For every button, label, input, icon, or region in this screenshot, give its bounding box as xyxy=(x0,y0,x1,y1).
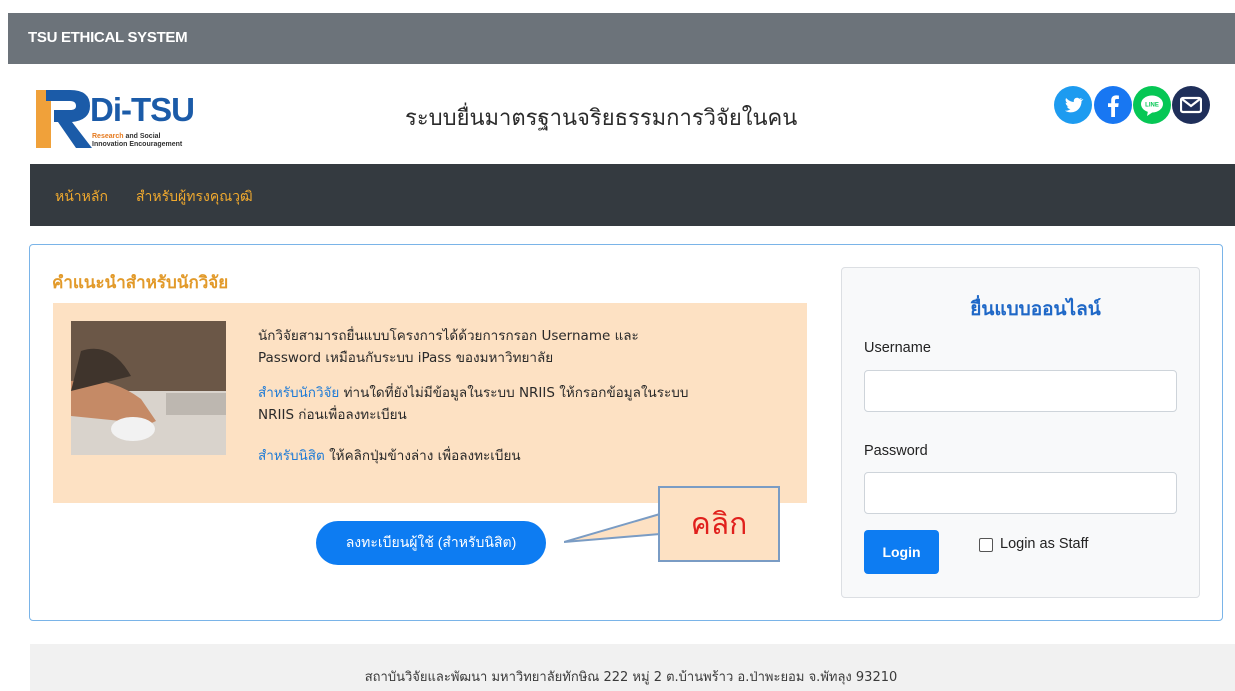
logo-tagline-1: Research and Social xyxy=(92,133,161,140)
click-callout: คลิก xyxy=(658,486,780,562)
header: Di-TSU Research and Social Innovation En… xyxy=(8,64,1235,164)
footer-address: สถาบันวิจัยและพัฒนา มหาวิทยาลัยทักษิณ 22… xyxy=(364,670,898,685)
password-input[interactable] xyxy=(864,472,1177,514)
password-label: Password xyxy=(864,443,928,459)
researcher-link[interactable]: สำหรับนักวิจัย xyxy=(258,385,339,401)
guide-title: คำแนะนำสำหรับนักวิจัย xyxy=(52,273,229,293)
logo-tagline-2: Innovation Encouragement xyxy=(92,141,183,148)
researcher-photo xyxy=(71,321,226,455)
login-panel: ยื่นแบบออนไลน์ Username Password Login L… xyxy=(841,267,1200,598)
r-logo-icon xyxy=(36,90,92,148)
login-button[interactable]: Login xyxy=(864,530,939,574)
student-link[interactable]: สำหรับนิสิต xyxy=(258,448,325,464)
footer: สถาบันวิจัยและพัฒนา มหาวิทยาลัยทักษิณ 22… xyxy=(30,644,1235,691)
nav-experts[interactable]: สำหรับผู้ทรงคุณวุฒิ xyxy=(136,186,253,208)
di-tsu-logo[interactable]: Di-TSU Research and Social Innovation En… xyxy=(32,86,222,150)
facebook-button[interactable] xyxy=(1094,86,1132,124)
username-input[interactable] xyxy=(864,370,1177,412)
line-button[interactable]: LINE xyxy=(1133,86,1171,124)
nav-home[interactable]: หน้าหลัก xyxy=(55,186,108,208)
login-title: ยื่นแบบออนไลน์ xyxy=(970,298,1101,320)
mail-icon xyxy=(1180,96,1202,114)
callout-text: คลิก xyxy=(690,506,748,542)
main-card: คำแนะนำสำหรับนักวิจัย นักวิจัยสามารถยื่น… xyxy=(29,244,1223,621)
username-label: Username xyxy=(864,340,931,356)
twitter-icon xyxy=(1064,97,1084,113)
logo-name: Di-TSU xyxy=(90,91,195,128)
top-bar: TSU ETHICAL SYSTEM xyxy=(8,13,1235,64)
svg-text:LINE: LINE xyxy=(1145,103,1159,109)
system-title: TSU ETHICAL SYSTEM xyxy=(28,29,188,46)
twitter-button[interactable] xyxy=(1054,86,1092,124)
guide-paragraph-1: นักวิจัยสามารถยื่นแบบโครงการได้ด้วยการกร… xyxy=(258,328,639,366)
guide-paragraph-3: สำหรับนิสิต ให้คลิกปุ่มข้างล่าง เพื่อลงท… xyxy=(258,448,521,464)
mail-button[interactable] xyxy=(1172,86,1210,124)
register-student-button[interactable]: ลงทะเบียนผู้ใช้ (สำหรับนิสิต) xyxy=(316,521,546,565)
site-title: ระบบยื่นมาตรฐานจริยธรรมการวิจัยในคน xyxy=(405,106,798,131)
guide-box: นักวิจัยสามารถยื่นแบบโครงการได้ด้วยการกร… xyxy=(53,303,807,503)
line-icon: LINE xyxy=(1141,95,1163,116)
facebook-icon xyxy=(1108,95,1119,117)
staff-checkbox[interactable] xyxy=(979,538,993,552)
callout-pointer xyxy=(564,513,661,543)
guide-paragraph-2: สำหรับนักวิจัย ท่านใดที่ยังไม่มีข้อมูลใน… xyxy=(258,385,689,423)
main-navbar: หน้าหลัก สำหรับผู้ทรงคุณวุฒิ xyxy=(30,164,1235,226)
staff-checkbox-label[interactable]: Login as Staff xyxy=(1000,536,1088,552)
